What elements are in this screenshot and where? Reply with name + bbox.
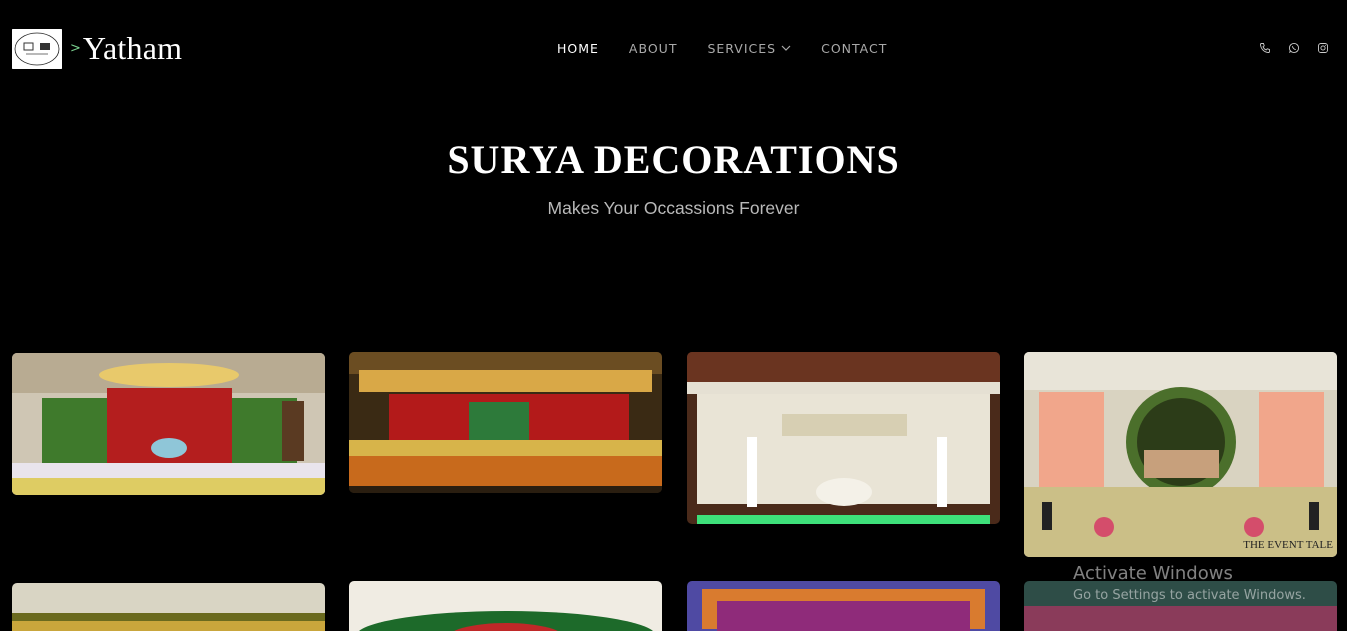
image-caption: THE EVENT TALE bbox=[1243, 539, 1333, 551]
nav-services-label: SERVICES bbox=[707, 40, 777, 56]
gallery-image-3[interactable] bbox=[687, 352, 1000, 524]
stage-photo bbox=[12, 353, 325, 495]
gallery-image-4[interactable]: THE EVENT TALE bbox=[1024, 352, 1337, 557]
stage-photo bbox=[1024, 352, 1337, 557]
gallery-image-5[interactable] bbox=[12, 583, 325, 631]
page-title: SURYA DECORATIONS bbox=[447, 137, 900, 182]
gallery-image-1[interactable] bbox=[12, 353, 325, 495]
stage-photo bbox=[687, 352, 1000, 524]
page-subtitle: Makes Your Occassions Forever bbox=[547, 198, 800, 218]
page: > Yatham HOME ABOUT SERVICES CONTACT SUR… bbox=[0, 0, 1347, 631]
chevron-down-icon bbox=[781, 45, 791, 51]
gallery-image-7[interactable] bbox=[687, 581, 1000, 631]
stage-photo bbox=[12, 583, 325, 631]
nav-home[interactable]: HOME bbox=[557, 41, 599, 56]
phone-icon[interactable] bbox=[1259, 42, 1271, 54]
brand-prefix: > bbox=[70, 40, 81, 56]
stage-photo bbox=[687, 581, 1000, 631]
whatsapp-icon[interactable] bbox=[1288, 42, 1300, 54]
main-nav: HOME ABOUT SERVICES CONTACT bbox=[557, 38, 887, 58]
logo-icon bbox=[12, 29, 62, 69]
instagram-icon[interactable] bbox=[1317, 42, 1329, 54]
brand-name: Yatham bbox=[82, 29, 183, 66]
stage-photo bbox=[1024, 581, 1337, 631]
nav-about[interactable]: ABOUT bbox=[629, 41, 678, 56]
stage-photo bbox=[349, 581, 662, 631]
gallery-image-6[interactable] bbox=[349, 581, 662, 631]
stage-photo bbox=[349, 352, 662, 493]
gallery-image-2[interactable] bbox=[349, 352, 662, 493]
nav-services[interactable]: SERVICES bbox=[707, 41, 791, 56]
social-links bbox=[1259, 42, 1329, 54]
brand[interactable]: > Yatham bbox=[70, 28, 182, 68]
gallery-image-8[interactable] bbox=[1024, 581, 1337, 631]
nav-contact[interactable]: CONTACT bbox=[821, 41, 887, 56]
logo-image[interactable] bbox=[12, 29, 62, 69]
